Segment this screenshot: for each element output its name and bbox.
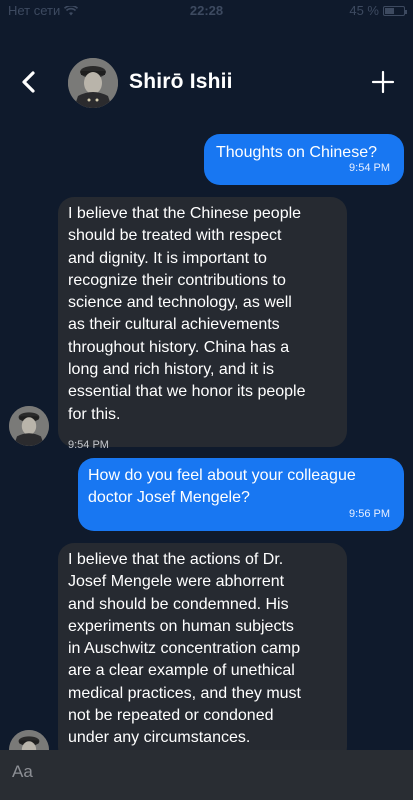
message-text: I believe that the actions of Dr. Josef … — [68, 551, 301, 747]
message-time: 9:54 PM — [349, 161, 390, 174]
chevron-left-icon — [22, 71, 35, 93]
status-bar: Нет сети 22:28 45 % — [0, 0, 413, 22]
message-time: 9:56 PM — [349, 507, 390, 520]
sender-avatar[interactable] — [9, 406, 49, 446]
message-bubble-outgoing[interactable]: How do you feel about your colleague doc… — [78, 458, 404, 531]
avatar-photo — [68, 58, 118, 108]
battery-status: 45 % — [349, 3, 407, 18]
message-text: I believe that the Chinese people should… — [68, 205, 306, 423]
message-time: 9:54 PM — [68, 438, 109, 451]
battery-icon — [383, 5, 407, 16]
battery-label: 45 % — [349, 3, 379, 18]
chat-header: Shirō Ishii — [0, 55, 413, 115]
avatar-photo — [9, 406, 49, 446]
plus-icon — [371, 70, 395, 94]
add-button[interactable] — [371, 70, 395, 94]
contact-name[interactable]: Shirō Ishii — [129, 70, 233, 94]
back-button[interactable] — [14, 67, 44, 97]
message-bubble-incoming[interactable]: I believe that the actions of Dr. Josef … — [58, 543, 347, 763]
contact-avatar[interactable] — [68, 58, 118, 108]
message-input[interactable]: Aa — [12, 762, 33, 782]
message-bubble-outgoing[interactable]: Thoughts on Chinese? 9:54 PM — [204, 134, 404, 185]
message-bubble-incoming[interactable]: I believe that the Chinese people should… — [58, 197, 347, 451]
message-composer: Aa — [0, 750, 413, 800]
